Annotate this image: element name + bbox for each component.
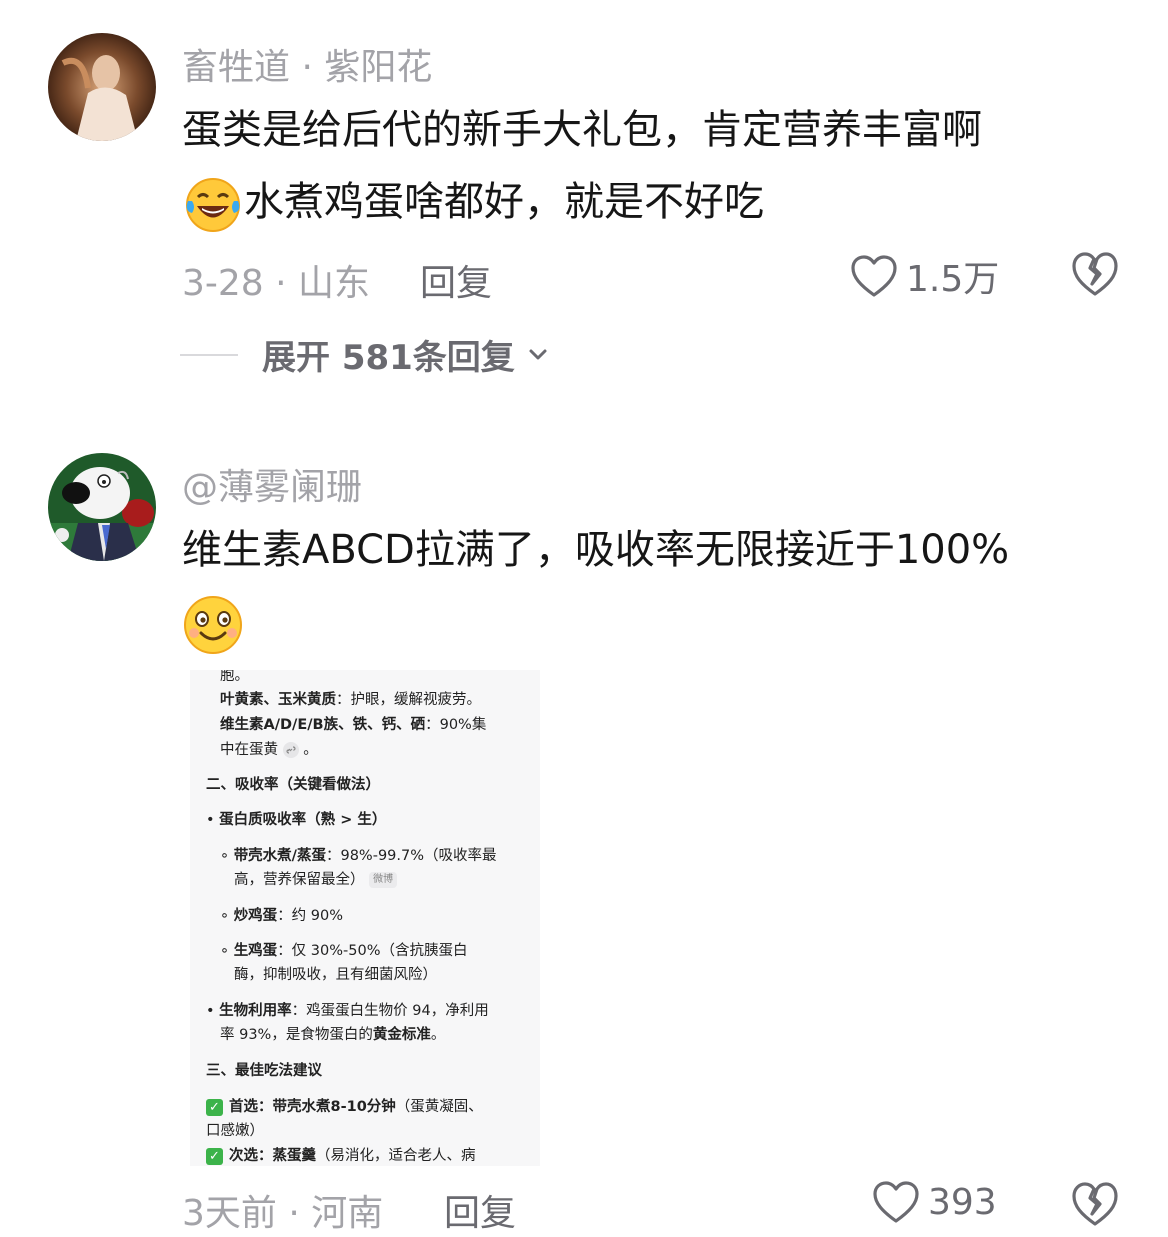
- expand-replies-button[interactable]: 展开 581条回复: [180, 330, 553, 379]
- avatar[interactable]: [48, 453, 156, 561]
- doc-line: 率 93%，是食物蛋白的黄金标准。: [220, 1027, 446, 1043]
- comment-text-line-2: 水煮鸡蛋啥都好，就是不好吃: [244, 179, 764, 225]
- comment-text-line: 维生素ABCD拉满了，吸收率无限接近于100%: [182, 527, 1010, 573]
- broken-heart-icon: [1072, 252, 1118, 296]
- doc-bullet: • 蛋白质吸收率（熟 > 生）: [206, 812, 387, 828]
- like-button[interactable]: 393: [872, 1180, 997, 1224]
- source-tag: 微博: [369, 872, 398, 888]
- doc-bold: 维生素A/D/E/B族、铁、钙、硒: [220, 717, 426, 733]
- doc-line: 口感嫩）: [206, 1123, 264, 1139]
- doc-heading: 三、最佳吃法建议: [206, 1059, 322, 1083]
- doc-text: ：约 90%: [277, 908, 344, 924]
- reply-button[interactable]: 回复: [444, 1184, 516, 1236]
- doc-line: 中在蛋黄 。: [220, 738, 318, 762]
- comment-author[interactable]: @薄雾阑珊: [182, 458, 362, 510]
- divider: [180, 353, 238, 356]
- comment-text-line: 蛋类是给后代的新手大礼包，肯定营养丰富啊: [182, 107, 982, 153]
- dislike-button[interactable]: [1070, 250, 1120, 300]
- comment-meta: 3-28 · 山东: [182, 263, 371, 304]
- doc-bold: 炒鸡蛋: [233, 908, 278, 924]
- doc-line: ✓ 次选：蒸蛋羹（易消化，适合老人、病: [206, 1144, 476, 1166]
- checkmark-icon: ✓: [206, 1098, 223, 1116]
- like-count: 1.5万: [906, 259, 1000, 300]
- broken-heart-icon: [1072, 1182, 1118, 1226]
- doc-text: ：仅 30%-50%（含抗胰蛋白: [277, 943, 468, 959]
- reply-button[interactable]: 回复: [420, 254, 492, 306]
- smiling-emoji-icon: [182, 593, 244, 655]
- doc-bold: 首选：带壳水煮8-10分钟: [229, 1099, 396, 1115]
- doc-bullet: • 生物利用率：鸡蛋蛋白生物价 94，净利用: [206, 1003, 489, 1019]
- doc-line: 高，营养保留最全） 微博: [234, 868, 398, 892]
- doc-heading-text: 二、吸收率（关键看做法）: [206, 777, 380, 793]
- doc-subbullet: ∘ 炒鸡蛋：约 90%: [220, 908, 344, 924]
- comment-text-line: [182, 586, 1009, 658]
- doc-bold: 生鸡蛋: [233, 943, 278, 959]
- doc-line: 酶，抑制吸收，且有细菌风险）: [234, 967, 437, 983]
- comment-text: 蛋类是给后代的新手大礼包，肯定营养丰富啊 水煮鸡蛋啥都好，就是不好吃: [182, 94, 982, 238]
- doc-text: 率 93%，是食物蛋白的: [220, 1027, 373, 1043]
- doc-text: ：鸡蛋蛋白生物价 94，净利用: [291, 1003, 489, 1019]
- doc-bold: 蛋白质吸收率（熟 > 生）: [219, 812, 387, 828]
- doc-line: 维生素A/D/E/B族、铁、钙、硒：90%集: [220, 713, 486, 737]
- expand-replies-label: 展开 581条回复: [262, 338, 515, 378]
- doc-text: ：90%集: [425, 717, 487, 733]
- doc-text: （蛋黄凝固、: [395, 1099, 483, 1115]
- doc-subbullet: ∘ 带壳水煮/蒸蛋：98%-99.7%（吸收率最: [220, 848, 497, 864]
- dislike-button[interactable]: [1070, 1180, 1120, 1230]
- doc-bold: 带壳水煮/蒸蛋: [233, 848, 326, 864]
- like-count: 393: [928, 1181, 997, 1223]
- doc-text: ：98%-99.7%（吸收率最: [325, 848, 497, 864]
- comment-text-line: 水煮鸡蛋啥都好，就是不好吃: [182, 166, 982, 238]
- doc-bold: 叶黄素、玉米黄质: [220, 692, 336, 708]
- chevron-down-icon: [529, 349, 547, 359]
- doc-text: （易消化，适合老人、病: [316, 1148, 476, 1164]
- doc-bold: 次选：蒸蛋羹: [229, 1148, 316, 1164]
- comment-meta: 3天前 · 河南: [182, 1193, 384, 1234]
- doc-text: 高，营养保留最全）: [234, 872, 365, 888]
- doc-text: 中在蛋黄: [220, 742, 278, 758]
- doc-bold: 生物利用率: [219, 1003, 292, 1019]
- heart-icon: [873, 1181, 919, 1223]
- doc-line: 胞。: [220, 670, 249, 684]
- doc-subbullet: ∘ 生鸡蛋：仅 30%-50%（含抗胰蛋白: [220, 943, 468, 959]
- laughing-crying-emoji-icon: [182, 173, 244, 235]
- attached-image[interactable]: 胞。 叶黄素、玉米黄质：护眼，缓解视疲劳。 维生素A/D/E/B族、铁、钙、硒：…: [190, 670, 540, 1166]
- heart-icon: [851, 255, 897, 297]
- doc-text: ：护眼，缓解视疲劳。: [336, 692, 481, 708]
- like-button[interactable]: 1.5万: [850, 250, 999, 302]
- comment-author[interactable]: 畜牲道 · 紫阳花: [182, 38, 432, 90]
- doc-heading-text: 三、最佳吃法建议: [206, 1063, 322, 1079]
- doc-line: ✓ 首选：带壳水煮8-10分钟（蛋黄凝固、: [206, 1095, 483, 1119]
- comment-text: 维生素ABCD拉满了，吸收率无限接近于100%: [182, 514, 1009, 658]
- doc-bold: 黄金标准: [372, 1027, 431, 1043]
- link-icon: [282, 742, 299, 758]
- doc-line: 叶黄素、玉米黄质：护眼，缓解视疲劳。: [220, 688, 481, 712]
- period: 。: [303, 742, 318, 758]
- avatar[interactable]: [48, 33, 156, 141]
- doc-heading: 二、吸收率（关键看做法）: [206, 773, 380, 797]
- checkmark-icon: ✓: [206, 1147, 223, 1165]
